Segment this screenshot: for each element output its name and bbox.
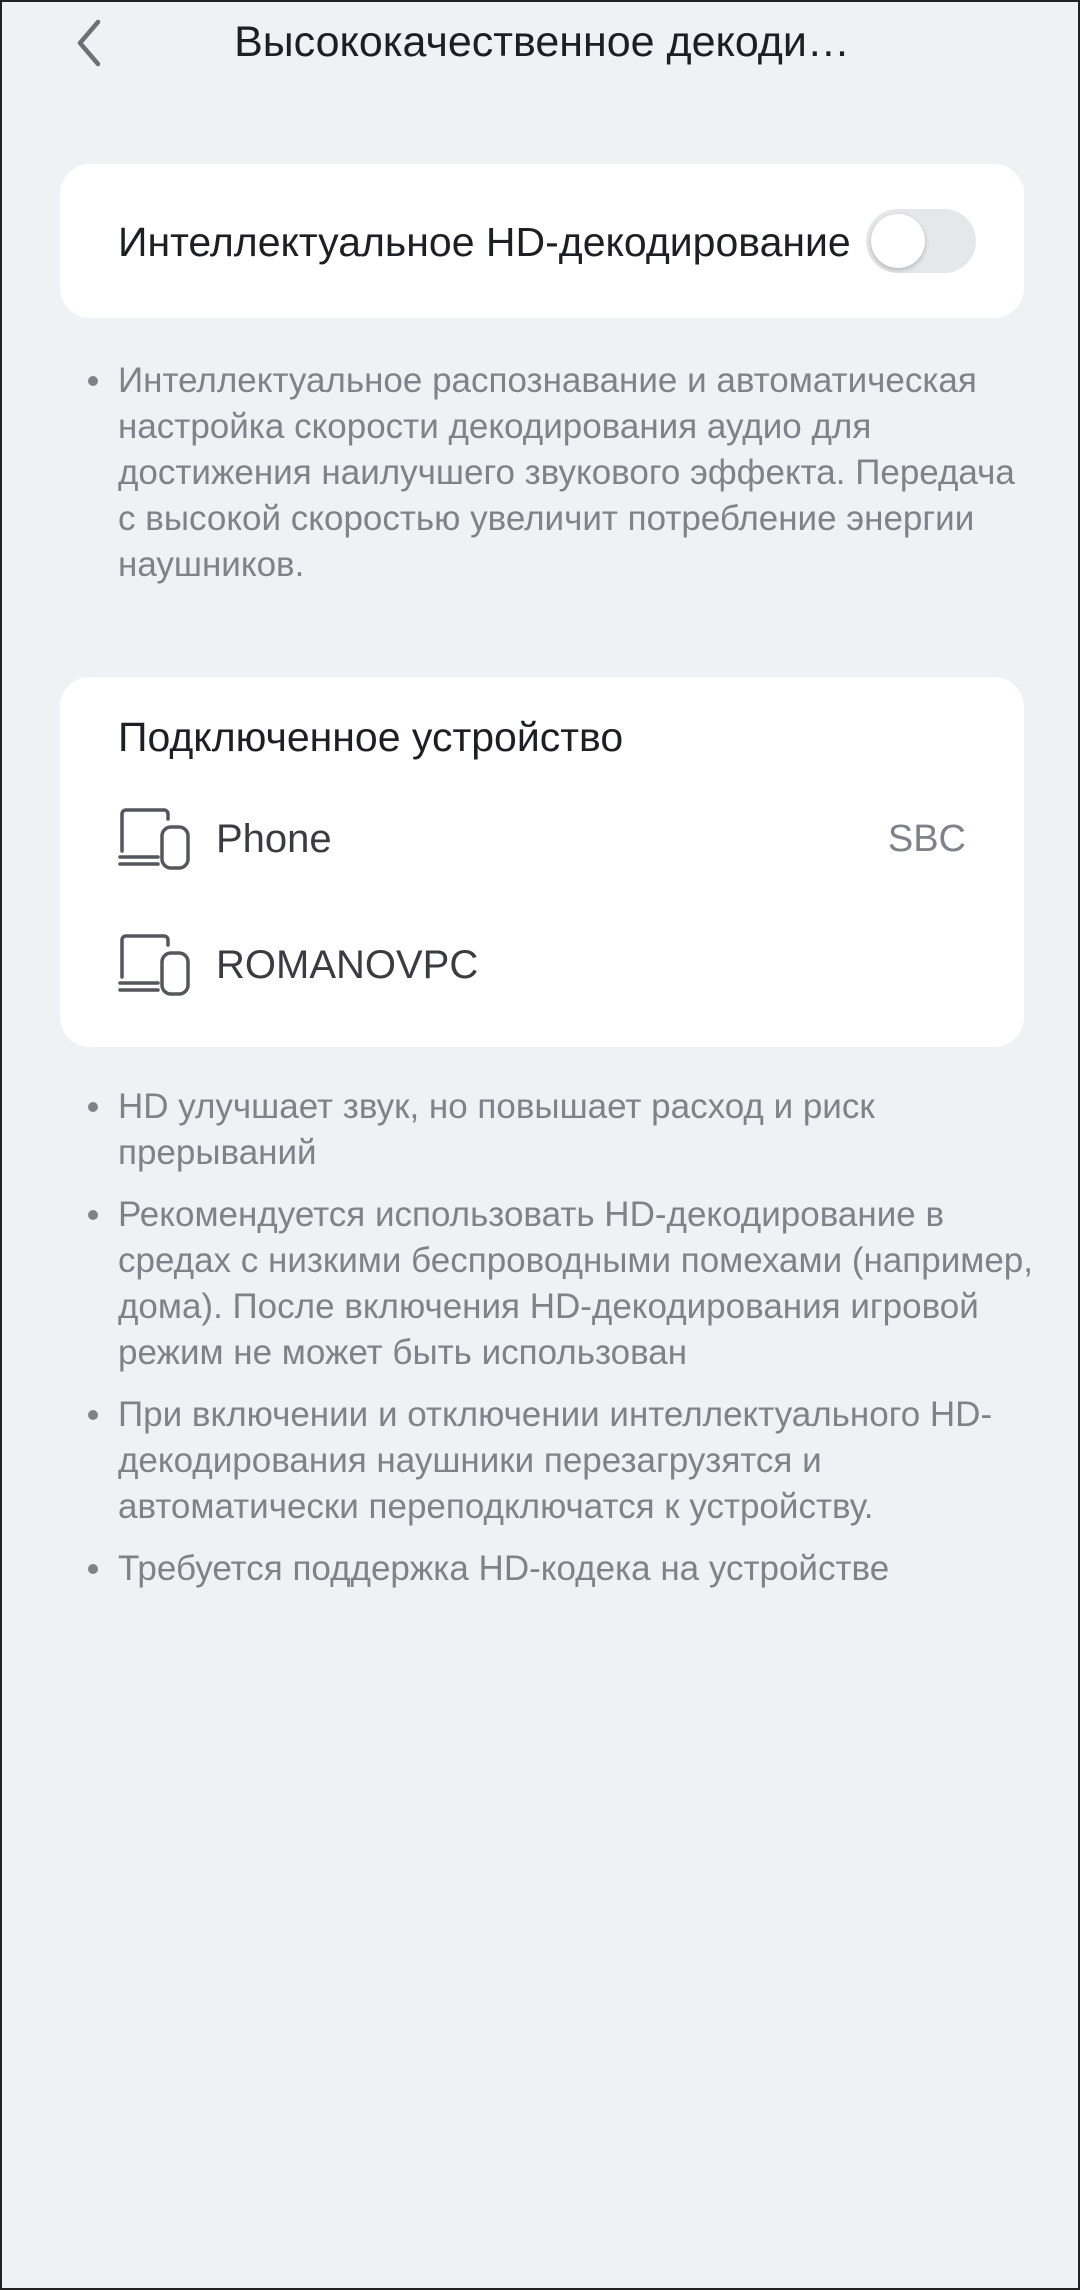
- note-item: HD улучшает звук, но повышает расход и р…: [2, 1084, 1080, 1176]
- device-name: ROMANOVPC: [216, 943, 479, 987]
- device-name: Phone: [216, 817, 332, 861]
- back-arrow-icon: [77, 19, 101, 67]
- bullet-dot: [88, 376, 98, 386]
- device-row-phone[interactable]: Phone SBC: [60, 789, 1024, 889]
- hd-decoding-label: Интеллектуальное HD-декодирование: [118, 219, 851, 265]
- connected-devices-card: Подключенное устройство Phone SBC ROMANO…: [60, 677, 1024, 1047]
- top-bar: Высококачественное декоди…: [2, 2, 1080, 84]
- connected-devices-title: Подключенное устройство: [118, 714, 624, 760]
- bullet-dot: [88, 1410, 98, 1420]
- bullet-dot: [88, 1564, 98, 1574]
- note-text: Рекомендуется использовать HD-декодирова…: [118, 1195, 1033, 1372]
- bullet-dot: [88, 1102, 98, 1112]
- hd-notes-list: HD улучшает звук, но повышает расход и р…: [2, 1084, 1080, 1608]
- hd-description: Интеллектуальное распознавание и автомат…: [2, 358, 1080, 588]
- page-title: Высококачественное декоди…: [234, 18, 850, 66]
- note-text: При включении и отключении интеллектуаль…: [118, 1395, 993, 1526]
- note-item: Рекомендуется использовать HD-декодирова…: [2, 1192, 1080, 1376]
- description-text: Интеллектуальное распознавание и автомат…: [118, 361, 1015, 584]
- device-codec: SBC: [887, 818, 966, 860]
- switch-knob: [871, 214, 925, 268]
- note-item: При включении и отключении интеллектуаль…: [2, 1392, 1080, 1530]
- note-text: HD улучшает звук, но повышает расход и р…: [118, 1087, 875, 1172]
- multi-device-icon: [118, 807, 192, 871]
- bullet-dot: [88, 1210, 98, 1220]
- note-item: Требуется поддержка HD-кодека на устройс…: [2, 1546, 1080, 1592]
- note-text: Требуется поддержка HD-кодека на устройс…: [118, 1549, 890, 1588]
- back-button[interactable]: [64, 16, 118, 70]
- hd-decoding-card: Интеллектуальное HD-декодирование: [60, 164, 1024, 318]
- device-row-romanovpc[interactable]: ROMANOVPC: [60, 915, 1024, 1015]
- hd-decoding-switch[interactable]: [866, 209, 976, 273]
- multi-device-icon: [118, 933, 192, 997]
- description-item: Интеллектуальное распознавание и автомат…: [2, 358, 1080, 588]
